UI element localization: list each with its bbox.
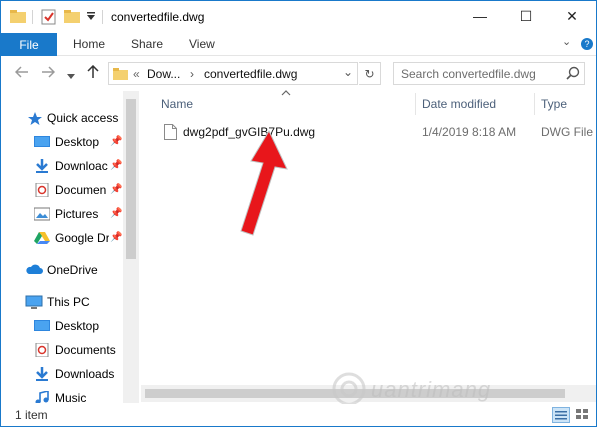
window-title: convertedfile.dwg [111,10,205,24]
desktop-icon [34,135,50,149]
tab-view[interactable]: View [189,37,215,51]
search-input[interactable]: Search convertedfile.dwg [401,67,536,81]
tab-home[interactable]: Home [73,37,105,51]
nav-this-pc[interactable]: This PC [1,291,139,313]
search-icon [566,66,580,83]
nav-item-downloads[interactable]: Downloac 📌 [1,155,139,177]
nav-pc-music[interactable]: Music [1,387,139,403]
nav-label: Google Dr [55,231,109,245]
nav-label: Quick access [47,111,119,125]
address-row: « Dow... › convertedfile.dwg ⌄ ↻ Search … [1,57,596,91]
nav-label: Documents [55,343,116,357]
computer-icon [25,295,43,309]
maximize-button[interactable]: ☐ [503,1,549,31]
close-button[interactable]: ✕ [549,1,595,31]
pictures-icon [33,207,51,221]
column-header-type[interactable]: Type [541,97,567,111]
file-icon [164,124,177,143]
title-bar: convertedfile.dwg — ☐ ✕ [1,1,596,33]
back-arrow-icon[interactable] [14,65,29,82]
address-bar[interactable]: « Dow... › convertedfile.dwg ⌄ [108,62,358,85]
nav-label: This PC [47,295,90,309]
music-icon [34,389,50,403]
nav-item-google-drive[interactable]: Google Dr 📌 [1,227,139,249]
documents-icon [34,182,50,198]
file-date: 1/4/2019 8:18 AM [422,125,517,139]
navigation-pane: Quick access Desktop 📌 Downloac 📌 Docume… [1,91,139,403]
nav-pc-desktop[interactable]: Desktop [1,315,139,337]
annotation-arrow-icon [240,129,288,236]
column-divider[interactable] [534,93,535,115]
breadcrumb-downloads[interactable]: Dow... [147,67,180,81]
watermark-icon [332,372,366,406]
nav-item-desktop[interactable]: Desktop 📌 [1,131,139,153]
pin-icon: 📌 [110,184,123,195]
documents-icon [34,342,50,358]
nav-quick-access[interactable]: Quick access [1,107,139,129]
folder-icon [10,9,26,26]
nav-label: Pictures [55,207,99,221]
item-count: 1 item [15,408,48,422]
tab-share[interactable]: Share [131,37,163,51]
file-list: Name Date modified Type dwg2pdf_gvGIB7Pu… [141,88,596,403]
watermark-logo: uantrimang [331,369,541,409]
nav-label: Desktop [55,319,100,333]
sort-ascending-chevron-icon [281,88,291,99]
large-icons-view-icon[interactable] [574,407,592,423]
nav-label: Music [55,391,87,403]
breadcrumb-separator[interactable]: › [190,67,194,81]
details-view-icon[interactable] [552,407,570,423]
pin-icon: 📌 [110,160,123,171]
pin-icon: 📌 [110,136,123,147]
breadcrumb-overflow[interactable]: « [133,67,140,81]
nav-label: Downloac [55,159,108,173]
nav-pc-downloads[interactable]: Downloads [1,363,139,385]
up-arrow-icon[interactable] [87,64,99,83]
column-header-date[interactable]: Date modified [422,97,496,111]
file-row[interactable]: dwg2pdf_gvGIB7Pu.dwg 1/4/2019 8:18 AM DW… [159,121,596,143]
file-explorer-window: convertedfile.dwg — ☐ ✕ File Home Share … [0,0,597,427]
address-dropdown-chevron-icon[interactable]: ⌄ [343,65,353,79]
recent-locations-chevron-icon[interactable] [67,67,75,84]
search-box[interactable]: Search convertedfile.dwg [393,62,585,85]
nav-item-documents[interactable]: Documen 📌 [1,179,139,201]
onedrive-cloud-icon [25,263,43,277]
nav-item-pictures[interactable]: Pictures 📌 [1,203,139,225]
breadcrumb-current[interactable]: convertedfile.dwg [204,67,297,81]
nav-label: Downloads [55,367,115,381]
tab-file[interactable]: File [1,33,57,56]
divider [102,10,103,24]
watermark-text: uantrimang [371,377,492,402]
divider [32,10,33,24]
star-icon [27,111,43,125]
expand-ribbon-chevron-icon[interactable]: ⌄ [562,35,571,48]
column-header-name[interactable]: Name [161,97,193,111]
nav-pc-documents[interactable]: Documents [1,339,139,361]
pin-icon: 📌 [110,208,123,219]
new-folder-icon[interactable] [64,9,80,26]
folder-icon [113,67,128,83]
nav-scrollbar[interactable] [123,91,139,403]
download-icon [34,367,50,381]
download-icon [34,159,50,173]
nav-label: OneDrive [47,263,98,277]
customize-toolbar-chevron-icon[interactable] [86,11,96,24]
nav-label: Desktop [55,135,100,149]
nav-onedrive[interactable]: OneDrive [1,259,139,281]
desktop-icon [34,319,50,333]
forward-arrow-icon[interactable] [41,65,56,82]
ribbon-tabs: File Home Share View ⌄ ? [1,33,596,56]
nav-label: Documen [55,183,107,197]
file-type: DWG File [541,125,593,139]
minimize-button[interactable]: — [457,1,503,31]
properties-icon[interactable] [41,9,57,28]
refresh-button[interactable]: ↻ [359,62,381,85]
help-icon[interactable]: ? [581,38,593,50]
column-divider[interactable] [415,93,416,115]
nav-scrollbar-thumb[interactable] [126,99,136,259]
google-drive-icon [34,231,50,245]
status-bar: 1 item [1,404,596,426]
pin-icon: 📌 [110,232,123,243]
